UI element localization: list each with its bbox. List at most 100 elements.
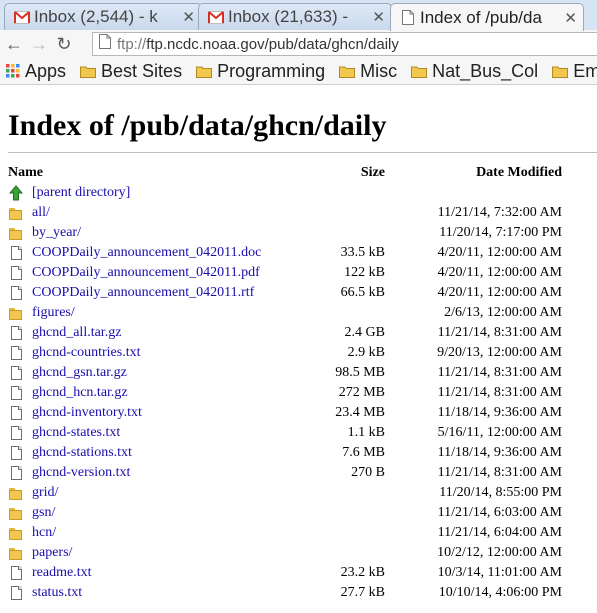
entry-link[interactable]: ghcnd-inventory.txt <box>32 405 142 421</box>
listing-row[interactable]: ghcnd_all.tar.gz 2.4 GB 11/21/14, 8:31:00 … <box>8 323 597 343</box>
folder-icon <box>8 305 24 321</box>
entry-link[interactable]: ghcnd-states.txt <box>32 425 120 441</box>
entry-size: 33.5 kB <box>340 245 385 260</box>
parent-directory-row[interactable]: [parent directory] <box>8 183 597 203</box>
listing-row[interactable]: papers/10/2/12, 12:00:00 AM <box>8 543 597 563</box>
entry-link[interactable]: ghcnd-stations.txt <box>32 445 132 461</box>
tab-ftp-index[interactable]: Index of /pub/da ✕ <box>390 3 584 31</box>
bookmark-folder-programming[interactable]: Programming <box>196 61 325 82</box>
entry-date: 11/21/14, 8:31:00 AM <box>437 325 562 340</box>
entry-link[interactable]: ghcnd_hcn.tar.gz <box>32 385 128 401</box>
entry-date: 11/21/14, 8:31:00 AM <box>437 385 562 400</box>
listing-row[interactable]: by_year/11/20/14, 7:17:00 PM <box>8 223 597 243</box>
close-icon[interactable]: ✕ <box>372 8 385 26</box>
file-icon <box>8 285 24 301</box>
entry-size: 7.6 MB <box>342 445 385 460</box>
bookmark-label: Misc <box>360 60 398 81</box>
close-icon[interactable]: ✕ <box>564 9 577 27</box>
entry-link[interactable]: by_year/ <box>32 225 81 241</box>
parent-directory-link[interactable]: [parent directory] <box>32 185 130 201</box>
listing-row[interactable]: hcn/11/21/14, 6:04:00 AM <box>8 523 597 543</box>
forward-arrow-icon[interactable]: → <box>28 33 50 55</box>
entry-date: 11/21/14, 7:32:00 AM <box>437 205 562 220</box>
entry-size: 27.7 kB <box>340 585 385 600</box>
bookmarks-bar: Apps Best Sites Programming Misc Nat_Bus… <box>0 58 597 85</box>
entry-link[interactable]: ghcnd_all.tar.gz <box>32 325 121 341</box>
column-header-name[interactable]: Name <box>8 165 43 181</box>
entry-date: 11/18/14, 9:36:00 AM <box>437 445 562 460</box>
entry-size: 98.5 MB <box>335 365 385 380</box>
file-icon <box>8 405 24 421</box>
listing-row[interactable]: all/11/21/14, 7:32:00 AM <box>8 203 597 223</box>
listing-row[interactable]: COOPDaily_announcement_042011.pdf 122 kB 4… <box>8 263 597 283</box>
file-icon <box>8 385 24 401</box>
bookmark-apps[interactable]: Apps <box>6 61 66 82</box>
tab-title: Inbox (21,633) - <box>228 7 349 26</box>
listing-header: Name Size Date Modified <box>8 163 597 183</box>
file-icon <box>8 445 24 461</box>
gmail-icon <box>14 9 30 25</box>
close-icon[interactable]: ✕ <box>182 8 195 26</box>
entry-date: 11/21/14, 6:04:00 AM <box>437 525 562 540</box>
bookmark-folder-em[interactable]: Em <box>552 61 597 82</box>
listing-row[interactable]: ghcnd_hcn.tar.gz 272 MB 11/21/14, 8:31:00 … <box>8 383 597 403</box>
entry-link[interactable]: ghcnd-version.txt <box>32 465 130 481</box>
file-icon <box>8 265 24 281</box>
entry-date: 10/2/12, 12:00:00 AM <box>437 545 562 560</box>
entry-link[interactable]: status.txt <box>32 585 82 601</box>
entry-date: 4/20/11, 12:00:00 AM <box>437 265 562 280</box>
entry-size: 272 MB <box>338 385 385 400</box>
bookmark-folder-misc[interactable]: Misc <box>339 61 397 82</box>
listing-row[interactable]: ghcnd_gsn.tar.gz 98.5 MB 11/21/14, 8:31:00… <box>8 363 597 383</box>
listing-row[interactable]: ghcnd-inventory.txt 23.4 MB 11/18/14, 9:36… <box>8 403 597 423</box>
listing-row[interactable]: grid/11/20/14, 8:55:00 PM <box>8 483 597 503</box>
entry-link[interactable]: ghcnd-countries.txt <box>32 345 140 361</box>
entry-link[interactable]: ghcnd_gsn.tar.gz <box>32 365 127 381</box>
listing-row[interactable]: ghcnd-stations.txt 7.6 MB 11/18/14, 9:36:0… <box>8 443 597 463</box>
entry-link[interactable]: hcn/ <box>32 525 56 541</box>
folder-icon <box>80 65 97 78</box>
listing-row[interactable]: ghcnd-version.txt 270 B 11/21/14, 8:31:00 … <box>8 463 597 483</box>
bookmark-folder-nat-bus-col[interactable]: Nat_Bus_Col <box>411 61 538 82</box>
reload-icon[interactable]: ↻ <box>53 33 75 55</box>
listing-row[interactable]: readme.txt 23.2 kB 10/3/14, 11:01:00 AM <box>8 563 597 583</box>
address-bar[interactable]: ftp://ftp.ncdc.noaa.gov/pub/data/ghcn/da… <box>92 32 597 56</box>
entry-link[interactable]: papers/ <box>32 545 72 561</box>
gmail-icon <box>208 9 224 25</box>
entry-link[interactable]: figures/ <box>32 305 75 321</box>
entry-date: 4/20/11, 12:00:00 AM <box>437 285 562 300</box>
bookmark-folder-best-sites[interactable]: Best Sites <box>80 61 182 82</box>
listing-row[interactable]: COOPDaily_announcement_042011.doc 33.5 kB… <box>8 243 597 263</box>
entry-link[interactable]: all/ <box>32 205 50 221</box>
entry-link[interactable]: COOPDaily_announcement_042011.rtf <box>32 285 254 301</box>
back-arrow-icon[interactable]: ← <box>3 33 25 55</box>
entry-link[interactable]: COOPDaily_announcement_042011.doc <box>32 245 261 261</box>
tab-title: Index of /pub/da <box>420 7 542 27</box>
browser-toolbar: ← → ↻ ftp://ftp.ncdc.noaa.gov/pub/data/g… <box>0 30 597 58</box>
entry-link[interactable]: grid/ <box>32 485 58 501</box>
listing-row[interactable]: ghcnd-countries.txt 2.9 kB 9/20/13, 12:00:… <box>8 343 597 363</box>
listing-row[interactable]: status.txt 27.7 kB 10/10/14, 4:06:00 PM <box>8 583 597 603</box>
entry-link[interactable]: readme.txt <box>32 565 91 581</box>
tab-gmail-inbox-1[interactable]: Inbox (2,544) - k ✕ <box>4 3 202 30</box>
url-text[interactable]: ftp://ftp.ncdc.noaa.gov/pub/data/ghcn/da… <box>117 36 399 53</box>
listing-row[interactable]: ghcnd-states.txt 1.1 kB 5/16/11, 12:00:00 … <box>8 423 597 443</box>
tab-gmail-inbox-2[interactable]: Inbox (21,633) - ✕ <box>198 3 392 30</box>
listing-row[interactable]: COOPDaily_announcement_042011.rtf 66.5 kB… <box>8 283 597 303</box>
listing-row[interactable]: gsn/11/21/14, 6:03:00 AM <box>8 503 597 523</box>
tab-title: Inbox (2,544) - k <box>34 7 158 26</box>
column-header-date[interactable]: Date Modified <box>476 165 562 181</box>
folder-icon <box>552 65 569 78</box>
file-icon <box>8 565 24 581</box>
apps-grid-icon <box>6 64 20 78</box>
listing-row[interactable]: figures/2/6/13, 12:00:00 AM <box>8 303 597 323</box>
entry-size: 23.4 MB <box>335 405 385 420</box>
column-header-size[interactable]: Size <box>361 165 385 181</box>
entry-link[interactable]: gsn/ <box>32 505 55 521</box>
bookmark-label: Best Sites <box>101 60 183 81</box>
entry-date: 10/3/14, 11:01:00 AM <box>437 565 562 580</box>
bookmark-label: Em <box>573 60 597 81</box>
entry-link[interactable]: COOPDaily_announcement_042011.pdf <box>32 265 260 281</box>
page-icon <box>400 10 416 26</box>
entry-date: 2/6/13, 12:00:00 AM <box>444 305 562 320</box>
